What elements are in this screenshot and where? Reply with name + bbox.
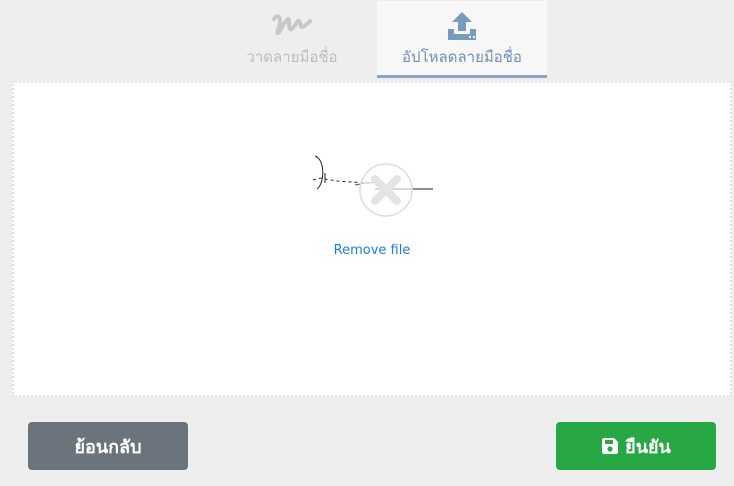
back-button[interactable]: ย้อนกลับ	[28, 422, 188, 470]
confirm-button-label: ยืนยัน	[625, 436, 671, 458]
tab-upload-label: อัปโหลดลายมือชื่อ	[402, 48, 522, 66]
confirm-button[interactable]: ยืนยัน	[556, 422, 716, 470]
signature-tabs: วาดลายมือชื่อ อัปโหลดลายมือชื่อ	[0, 0, 734, 80]
upload-dropzone[interactable]: Remove file	[12, 81, 732, 397]
tab-draw-label: วาดลายมือชื่อ	[246, 48, 338, 66]
remove-x-icon[interactable]	[359, 163, 413, 217]
back-button-label: ย้อนกลับ	[74, 436, 142, 458]
tab-draw-signature[interactable]: วาดลายมือชื่อ	[207, 1, 377, 78]
upload-icon	[448, 12, 476, 40]
save-icon	[602, 438, 619, 454]
signature-preview	[312, 155, 433, 217]
signature-icon	[272, 14, 312, 35]
remove-file-link[interactable]: Remove file	[14, 243, 730, 258]
tab-upload-signature[interactable]: อัปโหลดลายมือชื่อ	[377, 1, 547, 78]
